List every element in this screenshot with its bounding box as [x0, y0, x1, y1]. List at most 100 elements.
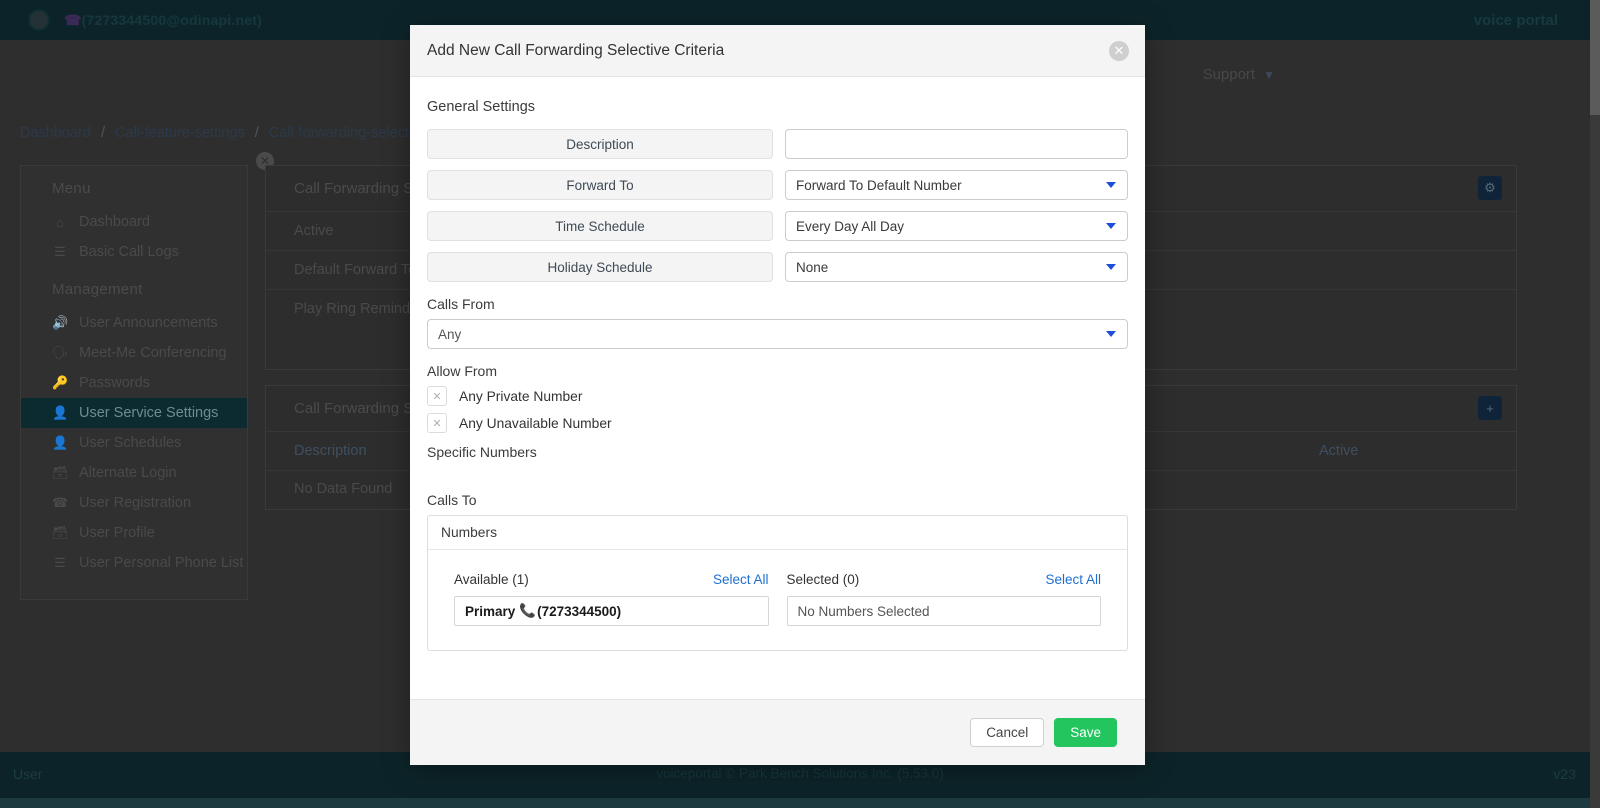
brand-account-text: (7273344500@odinapi.net) — [81, 11, 262, 28]
plus-icon[interactable]: + — [1478, 396, 1502, 420]
sidebar-item-label: Meet-Me Conferencing — [79, 345, 227, 361]
sidebar-item-label: User Service Settings — [79, 405, 219, 421]
available-item-number: (7273344500) — [537, 603, 622, 619]
sidebar-item-user-schedules[interactable]: 👤 User Schedules — [21, 428, 247, 458]
footer-version-label: v23 — [1553, 766, 1576, 782]
forward-to-value: Forward To Default Number — [796, 177, 962, 193]
brand-product-name: voice portal — [1473, 11, 1558, 29]
remove-icon[interactable]: ✕ — [427, 386, 447, 406]
calls-from-select[interactable]: Any — [427, 319, 1128, 349]
chevron-down-icon — [1106, 264, 1116, 270]
breadcrumb-item-call-feature-settings[interactable]: Call-feature-settings — [115, 125, 245, 141]
modal-title: Add New Call Forwarding Selective Criter… — [427, 41, 725, 59]
sidebar-item-label: User Personal Phone List — [79, 555, 244, 571]
footer-bottom-strip — [0, 798, 1600, 808]
sidebar-item-user-profile[interactable]: 🗃 User Profile — [21, 518, 247, 548]
cancel-button[interactable]: Cancel — [970, 718, 1045, 747]
available-select-all-link[interactable]: Select All — [713, 572, 769, 587]
allow-from-item-label: Any Unavailable Number — [459, 415, 612, 431]
sidebar-item-label: User Schedules — [79, 435, 182, 451]
breadcrumb-separator: / — [100, 125, 105, 141]
allow-from-item-label: Any Private Number — [459, 388, 583, 404]
calls-from-value: Any — [438, 326, 462, 342]
selected-list-empty[interactable]: No Numbers Selected — [786, 596, 1101, 626]
phone-icon: 📞 — [519, 603, 537, 618]
allow-from-item-any-unavailable-number: ✕ Any Unavailable Number — [427, 413, 1128, 433]
modal-header: Add New Call Forwarding Selective Criter… — [410, 25, 1145, 77]
footer-copyright: voiceportal © Park Bench Solutions Inc. … — [656, 766, 944, 781]
time-schedule-label: Time Schedule — [427, 211, 773, 241]
sidebar-item-meet-me-conferencing[interactable]: 🗣 Meet-Me Conferencing — [21, 338, 247, 368]
description-label: Description — [427, 129, 773, 159]
general-settings-label: General Settings — [427, 99, 536, 115]
selected-title: Selected (0) — [786, 572, 860, 587]
save-button[interactable]: Save — [1054, 718, 1117, 747]
chevron-down-icon: ▼ — [1263, 68, 1275, 82]
available-column-header: Available (1) Select All — [454, 572, 769, 587]
breadcrumb-item-call-forwarding-selective[interactable]: Call-forwarding-selective — [269, 125, 428, 141]
available-column: Available (1) Select All Primary 📞 (7273… — [454, 572, 769, 626]
forward-to-label: Forward To — [427, 170, 773, 200]
chevron-down-icon — [1106, 223, 1116, 229]
available-title: Available (1) — [454, 572, 529, 587]
gear-icon[interactable]: ⚙ — [1478, 176, 1502, 200]
available-item-name: Primary — [465, 603, 516, 619]
user-clock-icon: 👤 — [52, 435, 69, 450]
sidebar-item-basic-call-logs[interactable]: ☰ Basic Call Logs — [21, 237, 247, 267]
id-card-icon: 🗃 — [52, 465, 69, 480]
list-icon: ☰ — [54, 555, 66, 570]
available-list-item[interactable]: Primary 📞 (7273344500) — [454, 596, 769, 626]
description-input[interactable] — [785, 129, 1128, 159]
brand-logo — [28, 9, 50, 31]
form-row-forward-to: Forward To Forward To Default Number — [427, 170, 1128, 200]
modal-body: General Settings Description Forward To … — [410, 77, 1145, 699]
time-schedule-value: Every Day All Day — [796, 218, 905, 234]
sidebar-item-user-registration[interactable]: ☎ User Registration — [21, 488, 247, 518]
list-icon: ☰ — [54, 244, 66, 259]
numbers-box: Numbers Available (1) Select All Primary… — [427, 515, 1128, 651]
holiday-schedule-value: None — [796, 259, 829, 275]
sidebar-item-label: Dashboard — [79, 214, 150, 230]
sidebar-item-user-service-settings[interactable]: 👤 User Service Settings — [21, 398, 247, 428]
profile-card-icon: 🗃 — [52, 525, 69, 540]
sidebar-heading-menu: Menu — [52, 180, 91, 197]
allow-from-item-any-private-number: ✕ Any Private Number — [427, 386, 1128, 406]
sidebar-heading-management: Management — [52, 281, 143, 298]
forward-to-select[interactable]: Forward To Default Number — [785, 170, 1128, 200]
sidebar-item-label: User Registration — [79, 495, 192, 511]
key-icon: 🔑 — [52, 375, 69, 390]
breadcrumb-item-dashboard[interactable]: Dashboard — [20, 125, 91, 141]
close-icon[interactable]: ✕ — [1109, 41, 1129, 61]
selected-select-all-link[interactable]: Select All — [1045, 572, 1101, 587]
sidebar: Menu ⌂ Dashboard ☰ Basic Call Logs Manag… — [20, 165, 248, 600]
holiday-schedule-select[interactable]: None — [785, 252, 1128, 282]
selected-column-header: Selected (0) Select All — [787, 572, 1102, 587]
sidebar-item-user-announcements[interactable]: 🔊 User Announcements — [21, 308, 247, 338]
sidebar-item-passwords[interactable]: 🔑 Passwords — [21, 368, 247, 398]
remove-icon[interactable]: ✕ — [427, 413, 447, 433]
calls-from-label: Calls From — [427, 296, 495, 312]
chevron-down-icon — [1106, 182, 1116, 188]
brand-account-label: ☎(7273344500@odinapi.net) — [64, 12, 262, 29]
time-schedule-select[interactable]: Every Day All Day — [785, 211, 1128, 241]
megaphone-icon: 🔊 — [52, 315, 69, 330]
form-row-time-schedule: Time Schedule Every Day All Day — [427, 211, 1128, 241]
numbers-transfer-lists: Available (1) Select All Primary 📞 (7273… — [428, 550, 1127, 650]
sidebar-item-alternate-login[interactable]: 🗃 Alternate Login — [21, 458, 247, 488]
selected-column: Selected (0) Select All No Numbers Selec… — [786, 572, 1102, 626]
form-row-holiday-schedule: Holiday Schedule None — [427, 252, 1128, 282]
user-gear-icon: 👤 — [52, 405, 69, 420]
nav-item-support[interactable]: Support ▼ — [1203, 66, 1275, 83]
scrollbar-thumb[interactable] — [1590, 0, 1600, 115]
sidebar-item-label: Passwords — [79, 375, 150, 391]
sidebar-item-dashboard[interactable]: ⌂ Dashboard — [21, 207, 247, 237]
sidebar-item-user-personal-phone-list[interactable]: ☰ User Personal Phone List — [21, 548, 247, 578]
sidebar-item-label: User Profile — [79, 525, 155, 541]
home-icon: ⌂ — [56, 214, 64, 230]
table-header-active: Active — [1319, 443, 1359, 459]
modal-footer: Cancel Save — [410, 699, 1145, 765]
page-scrollbar[interactable] — [1590, 0, 1600, 808]
calls-to-label: Calls To — [427, 492, 477, 508]
chevron-down-icon — [1106, 331, 1116, 337]
phone-icon: ☎ — [64, 11, 82, 28]
